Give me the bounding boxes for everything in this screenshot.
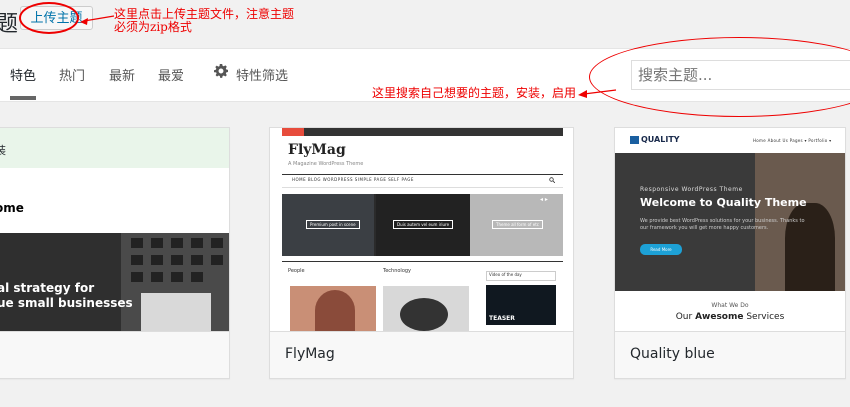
- preview-hero-line1: al strategy for: [0, 281, 95, 295]
- annotation-upload-line1: 这里点击上传主题文件，注意主题: [114, 7, 295, 21]
- services-heading: Our Awesome Services: [615, 312, 845, 322]
- annotation-search-note: 这里搜索自己想要的主题，安装，启用: [372, 86, 577, 100]
- theme-screenshot[interactable]: FlyMag A Magazine WordPress Theme HOME B…: [270, 128, 573, 331]
- annotation-circle-search: [589, 37, 850, 117]
- divider: [282, 261, 563, 262]
- theme-card-flymag[interactable]: FlyMag A Magazine WordPress Theme HOME B…: [269, 127, 574, 379]
- preview-nav-text: HOME BLOG WORDPRESS SIMPLE PAGE SELF PAG…: [292, 177, 414, 182]
- tab-featured[interactable]: 特色: [10, 65, 36, 84]
- search-icon: [549, 177, 555, 183]
- preview-topbar: [282, 128, 563, 136]
- theme-name-bar: [0, 331, 229, 378]
- services-prefix: Our: [675, 312, 696, 322]
- category-technology: Technology: [383, 268, 412, 274]
- category-people: People: [288, 268, 305, 274]
- slide-label: Theme all form of etc: [492, 220, 543, 229]
- services-suffix: Services: [743, 312, 785, 322]
- active-tab-indicator: [10, 96, 36, 100]
- read-more-button: Read More: [640, 244, 682, 255]
- tab-favorites[interactable]: 最爱: [158, 65, 184, 84]
- preview-hero-text: al strategy for ue small businesses: [0, 281, 133, 311]
- theme-screenshot[interactable]: 装 ome al strategy for ue small businesse…: [0, 128, 229, 331]
- theme-screenshot[interactable]: QUALITY Home About Us Pages ▾ Portfolio …: [615, 128, 845, 331]
- preview-topbar-accent: [282, 128, 304, 136]
- theme-card-quality-blue[interactable]: QUALITY Home About Us Pages ▾ Portfolio …: [614, 127, 846, 379]
- camera-lens: [400, 298, 448, 331]
- preview-banner: [0, 128, 229, 168]
- preview-nav: Home About Us Pages ▾ Portfolio ▾: [753, 138, 832, 143]
- people-image-figure: [315, 290, 355, 331]
- theme-name: FlyMag: [285, 346, 335, 362]
- slide-label: Duis autem vel eum iriure: [393, 220, 454, 229]
- preview-hero-line2: ue small businesses: [0, 296, 133, 310]
- hero-subtitle: Responsive WordPress Theme: [640, 186, 743, 193]
- tab-latest[interactable]: 最新: [109, 65, 135, 84]
- calendar-image: [121, 233, 229, 331]
- annotation-arrow-upload: [80, 15, 115, 25]
- annotation-upload-line2: 必须为zip格式: [114, 20, 192, 34]
- tab-popular[interactable]: 热门: [59, 65, 85, 84]
- video-teaser-label: TEASER: [489, 315, 515, 322]
- preview-banner-text: 装: [0, 142, 6, 158]
- feature-filter-button[interactable]: 特性筛选: [236, 65, 288, 84]
- slide-label: Premium post in scene: [306, 220, 360, 229]
- theme-name: Quality blue: [630, 346, 715, 362]
- theme-card[interactable]: 装 ome al strategy for ue small businesse…: [0, 127, 230, 379]
- gear-icon[interactable]: [214, 64, 228, 78]
- annotation-circle-upload: [19, 2, 79, 34]
- preview-logo: QUALITY: [641, 135, 680, 144]
- quality-logo-icon: [630, 136, 639, 144]
- hero-title: Welcome to Quality Theme: [640, 196, 807, 209]
- calendar-grid: [131, 238, 223, 331]
- annotation-arrow-search: [578, 89, 617, 98]
- page-title: 题: [0, 12, 19, 37]
- sidebar-video-title: Video of the day: [486, 271, 556, 281]
- hero-description: We provide best WordPress solutions for …: [640, 218, 805, 231]
- hero-photo-figure: [785, 203, 835, 291]
- slider-arrows-icon: ◂ ▸: [540, 196, 548, 203]
- services-bold: Awesome: [695, 312, 744, 322]
- what-we-do-label: What We Do: [711, 302, 749, 309]
- preview-tagline: A Magazine WordPress Theme: [288, 161, 364, 167]
- preview-heading: ome: [0, 201, 24, 215]
- preview-logo: FlyMag: [288, 142, 346, 158]
